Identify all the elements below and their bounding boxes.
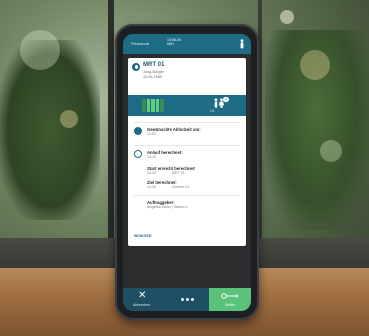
goal-time: 14:30 [147, 185, 156, 189]
page-dot [181, 298, 184, 301]
bokeh-light [300, 50, 330, 80]
bokeh-light [320, 140, 342, 162]
page-dot [191, 298, 194, 301]
divider [134, 195, 240, 196]
client-row: Auftraggeber: Angelika Meier | Station 1 [134, 200, 242, 212]
capacity-bar [155, 99, 160, 112]
page-dot [186, 298, 189, 301]
arrow-right-icon [221, 293, 238, 299]
pickup-row: Gewünschte Abholzeit um: 14:00 [134, 127, 242, 141]
job-subtitle: Jung-Bürger 15.06.1989 [143, 70, 164, 79]
person-icon[interactable] [239, 39, 245, 49]
divider [134, 122, 240, 123]
start-place: MRT 01 [172, 171, 185, 175]
page-indicator [181, 298, 194, 301]
pickup-value: 14:00 [147, 132, 156, 136]
cancel-label: Abbrechen [133, 303, 151, 307]
arrival-row: Anlauf berechnet: 14:10 [134, 150, 242, 164]
bottom-action-bar: ✕ Abbrechen Weiter [123, 288, 251, 311]
divider [134, 145, 240, 146]
job-title: MRT 01 [143, 62, 165, 68]
phone-screen: Pleasecall 13:56:26 MIH MRT 01 Jung-Bürg… [123, 34, 251, 311]
next-button[interactable]: Weiter [209, 288, 251, 311]
people-label: 1/2 [210, 109, 215, 113]
cancel-button[interactable]: ✕ Abbrechen [123, 288, 165, 311]
bokeh-light [280, 10, 294, 24]
app-logo: Pleasecall [131, 41, 150, 46]
start-time: 14:20 [147, 171, 156, 175]
capacity-bar [142, 99, 146, 112]
capacity-bar [151, 99, 155, 112]
job-card: MRT 01 Jung-Bürger 15.06.1989 2 1/2 Gewü… [128, 58, 246, 246]
goal-row: Ziel berechnet: 14:30 Zimmer 04 [134, 180, 242, 192]
phone-device: Pleasecall 13:56:26 MIH MRT 01 Jung-Bürg… [115, 24, 259, 320]
location-pin-icon [132, 63, 140, 71]
people-count-badge: 2 [223, 97, 229, 102]
transport-banner: 2 1/2 [128, 95, 246, 116]
patient-name: Jung-Bürger [143, 70, 164, 74]
status-time-line2: MIH [167, 42, 174, 46]
close-icon: ✕ [138, 290, 147, 301]
capacity-bars [142, 99, 164, 112]
less-link[interactable]: WENIGER [134, 234, 152, 238]
clock-icon [134, 150, 142, 158]
bokeh-light [20, 30, 60, 70]
client-value: Angelika Meier | Station 1 [147, 205, 188, 209]
goal-place: Zimmer 04 [172, 185, 190, 189]
bokeh-light [60, 110, 78, 128]
chat-icon [134, 127, 142, 135]
status-time: 13:56:26 MIH [167, 38, 181, 46]
app-header: Pleasecall 13:56:26 MIH [123, 34, 251, 54]
patient-birthdate: 15.06.1989 [143, 74, 163, 79]
capacity-bar [160, 99, 164, 112]
next-label: Weiter [225, 303, 236, 307]
job-header: MRT 01 Jung-Bürger 15.06.1989 [128, 58, 246, 84]
start-row: Start erreicht berechnet: 14:20 MRT 01 [134, 166, 242, 178]
capacity-bar [146, 99, 151, 112]
arrival-value: 14:10 [147, 155, 156, 159]
